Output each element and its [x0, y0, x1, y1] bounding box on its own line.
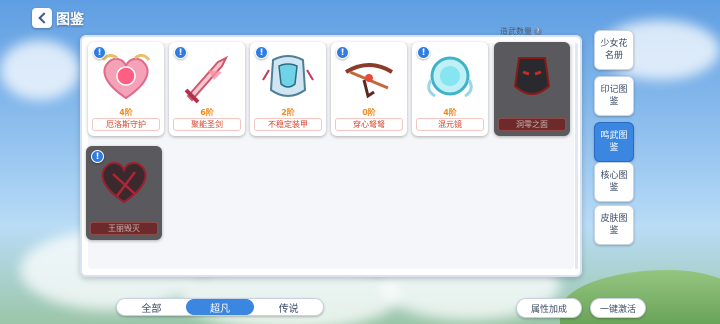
tab-roster[interactable]: 少女花名册 — [594, 30, 634, 70]
item-card[interactable]: 4阶 混元镜 ! — [412, 42, 488, 136]
cloud-decor — [0, 40, 80, 100]
scrollbar[interactable] — [575, 43, 578, 269]
item-name: 聚能圣剑 — [173, 118, 241, 131]
tab-core-codex[interactable]: 核心图鉴 — [594, 162, 634, 202]
item-card[interactable]: 0阶 穿心弩弩 ! — [331, 42, 407, 136]
item-tier: 4阶 — [443, 108, 457, 117]
item-name: 洞零之面 — [498, 118, 566, 131]
item-card-locked[interactable]: 洞零之面 — [494, 42, 570, 136]
item-tier: 0阶 — [362, 108, 376, 117]
filter-all[interactable]: 全部 — [117, 299, 186, 315]
page-title: 图鉴 — [56, 12, 84, 28]
attribute-bonus-button[interactable]: 属性加成 — [516, 298, 582, 318]
item-card[interactable]: 4阶 厄洛斯守护 ! — [88, 42, 164, 136]
alert-icon: ! — [255, 46, 268, 59]
item-name: 厄洛斯守护 — [92, 118, 160, 131]
item-name: 王丽毁灭 — [90, 222, 158, 235]
item-name: 不稳定装甲 — [254, 118, 322, 131]
item-card[interactable]: 6阶 聚能圣剑 ! — [169, 42, 245, 136]
filter-transcendent[interactable]: 超凡 — [185, 299, 255, 315]
item-tier: 6阶 — [200, 108, 214, 117]
item-card-locked[interactable]: 王丽毁灭 ! — [86, 146, 162, 240]
tab-skin-codex[interactable]: 皮肤图鉴 — [594, 205, 634, 245]
item-card[interactable]: 2阶 不稳定装甲 ! — [250, 42, 326, 136]
alert-icon: ! — [336, 46, 349, 59]
back-button[interactable] — [32, 8, 52, 28]
tab-weapon-codex[interactable]: 鸣武图鉴 — [594, 122, 634, 162]
tab-mark-codex[interactable]: 印记图鉴 — [594, 76, 634, 116]
alert-icon: ! — [174, 46, 187, 59]
rarity-filter: 全部 超凡 传说 — [116, 298, 324, 316]
item-name: 混元镜 — [416, 118, 484, 131]
item-name: 穿心弩弩 — [335, 118, 403, 131]
mask-icon — [500, 48, 564, 106]
alert-icon: ! — [417, 46, 430, 59]
alert-icon: ! — [93, 46, 106, 59]
alert-icon: ! — [91, 150, 104, 163]
activate-all-button[interactable]: 一键激活 — [590, 298, 646, 318]
chevron-left-icon — [37, 12, 50, 24]
item-tier: 4阶 — [119, 108, 133, 117]
item-tier: 2阶 — [281, 108, 295, 117]
filter-legendary[interactable]: 传说 — [254, 299, 323, 315]
